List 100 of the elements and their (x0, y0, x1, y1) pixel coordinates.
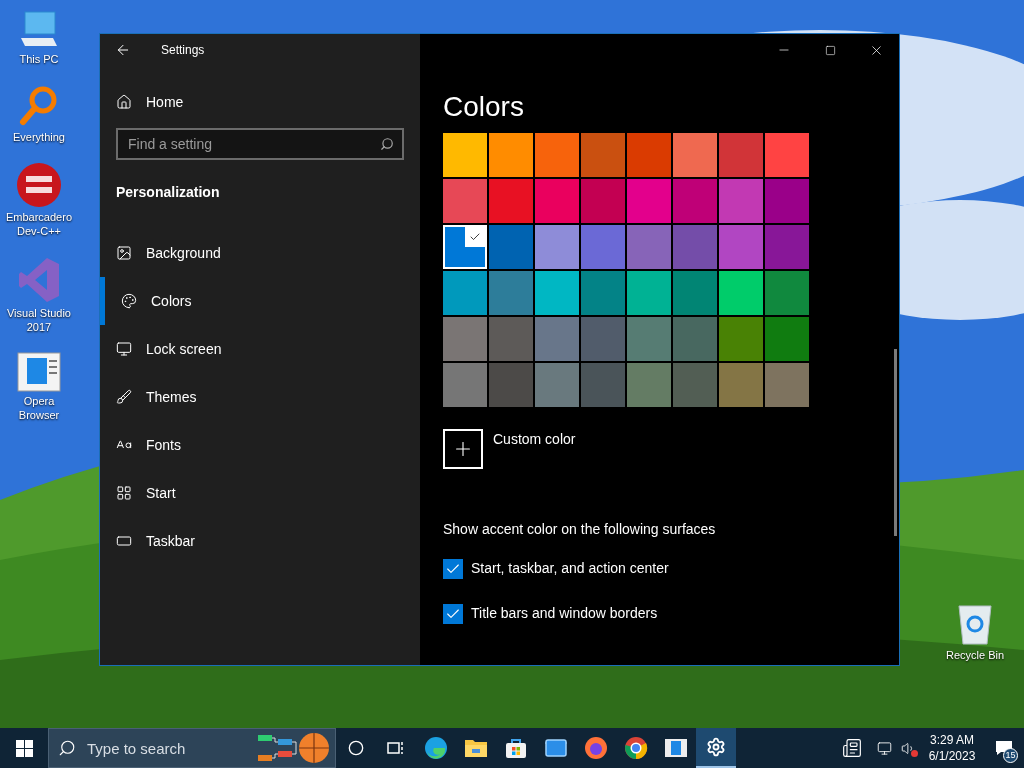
color-swatch[interactable] (765, 225, 809, 269)
taskbar-search-field[interactable]: Type to search (48, 728, 336, 768)
color-swatch[interactable] (673, 179, 717, 223)
color-swatch[interactable] (719, 271, 763, 315)
section-heading: Personalization (116, 183, 221, 202)
color-swatch[interactable] (581, 271, 625, 315)
bracket-basketball-icon (256, 731, 332, 765)
scrollbar[interactable] (894, 349, 897, 536)
desktop-icon-label[interactable]: Opera Browser (5, 394, 73, 422)
color-swatch[interactable] (443, 179, 487, 223)
nav-item[interactable]: Lock screen (100, 325, 420, 373)
taskbar-app-button[interactable] (696, 728, 736, 768)
palette-icon (121, 293, 137, 309)
monitor-icon (116, 341, 132, 357)
color-swatch[interactable] (765, 179, 809, 223)
color-swatch[interactable] (673, 225, 717, 269)
color-swatch[interactable] (673, 133, 717, 177)
check-icon (465, 227, 485, 247)
grid-icon (116, 485, 132, 501)
color-swatch[interactable] (489, 179, 533, 223)
notification-count: 15 (1003, 748, 1018, 763)
color-swatch[interactable] (719, 225, 763, 269)
search-field[interactable]: Find a setting (116, 128, 404, 160)
color-swatch[interactable] (719, 317, 763, 361)
windows-logo-icon (15, 739, 33, 757)
color-swatch[interactable] (719, 179, 763, 223)
brush-icon (116, 389, 132, 405)
color-swatch[interactable] (765, 363, 809, 407)
edge-icon (424, 736, 448, 760)
color-swatch[interactable] (627, 363, 671, 407)
clock[interactable]: 3:29 AM 6/1/2023 (920, 728, 984, 768)
checkbox[interactable] (443, 558, 463, 579)
desktop-icon-label[interactable]: Everything (13, 130, 65, 144)
color-swatch[interactable] (627, 179, 671, 223)
checkbox[interactable] (443, 603, 463, 624)
window-icon (17, 352, 61, 392)
color-swatch[interactable] (765, 133, 809, 177)
color-swatch[interactable] (535, 225, 579, 269)
color-swatch[interactable] (443, 225, 487, 269)
surfaces-label: Show accent color on the following surfaces (443, 520, 717, 539)
nav-item[interactable]: Fonts (100, 421, 420, 469)
mail-icon (544, 736, 568, 760)
color-swatch[interactable] (765, 317, 809, 361)
color-swatch[interactable] (581, 133, 625, 177)
color-swatch[interactable] (581, 225, 625, 269)
desktop-icon-label[interactable]: This PC (19, 52, 59, 66)
color-swatch[interactable] (673, 271, 717, 315)
nav-item[interactable]: Themes (100, 373, 420, 421)
home-link[interactable]: Home (116, 90, 420, 114)
color-swatch[interactable] (535, 133, 579, 177)
news-icon (842, 738, 862, 758)
page-title: Colors (443, 90, 525, 124)
color-swatch[interactable] (627, 317, 671, 361)
color-swatch[interactable] (535, 363, 579, 407)
color-swatch[interactable] (535, 317, 579, 361)
window-icon (664, 738, 688, 758)
notifications-button[interactable]: 15 (984, 728, 1024, 768)
color-swatch[interactable] (489, 363, 533, 407)
color-swatch[interactable] (719, 363, 763, 407)
color-swatch[interactable] (581, 317, 625, 361)
color-swatch[interactable] (489, 133, 533, 177)
desktop-icon-label[interactable]: Recycle Bin (945, 648, 1005, 662)
custom-color-button[interactable] (443, 429, 483, 469)
bar-icon (116, 533, 132, 549)
desktop-icon-label[interactable]: Embarcadero Dev-C++ (5, 210, 73, 238)
firefox-icon (584, 736, 608, 760)
color-swatch[interactable] (581, 363, 625, 407)
color-swatch[interactable] (627, 225, 671, 269)
color-swatch[interactable] (673, 317, 717, 361)
circle-icon (348, 740, 364, 756)
color-swatch[interactable] (535, 271, 579, 315)
nav-item[interactable]: Start (100, 469, 420, 517)
folder-icon (464, 737, 488, 759)
color-swatch[interactable] (581, 179, 625, 223)
search-icon (58, 739, 76, 757)
desktop-icon-label[interactable]: Visual Studio 2017 (5, 306, 73, 334)
color-swatch[interactable] (673, 363, 717, 407)
color-swatch[interactable] (627, 133, 671, 177)
chrome-icon (624, 736, 648, 760)
image-icon (116, 245, 132, 261)
color-swatch[interactable] (627, 271, 671, 315)
color-swatch[interactable] (719, 133, 763, 177)
color-swatch[interactable] (765, 271, 809, 315)
checkbox-label: Title bars and window borders (471, 604, 658, 623)
task-view-icon (387, 740, 405, 756)
network-icon (876, 740, 892, 756)
settings-icon (706, 737, 726, 757)
color-swatch[interactable] (443, 133, 487, 177)
color-swatch[interactable] (443, 363, 487, 407)
color-swatch[interactable] (443, 271, 487, 315)
infinity-logo-icon (17, 256, 61, 304)
color-swatch[interactable] (489, 271, 533, 315)
window-title: Settings (161, 42, 205, 59)
color-swatch[interactable] (489, 317, 533, 361)
custom-color-label: Custom color (493, 430, 576, 449)
color-swatch[interactable] (535, 179, 579, 223)
nav-item[interactable]: Background (100, 229, 420, 277)
nav-item[interactable]: Taskbar (100, 517, 420, 565)
color-swatch[interactable] (443, 317, 487, 361)
color-swatch[interactable] (489, 225, 533, 269)
